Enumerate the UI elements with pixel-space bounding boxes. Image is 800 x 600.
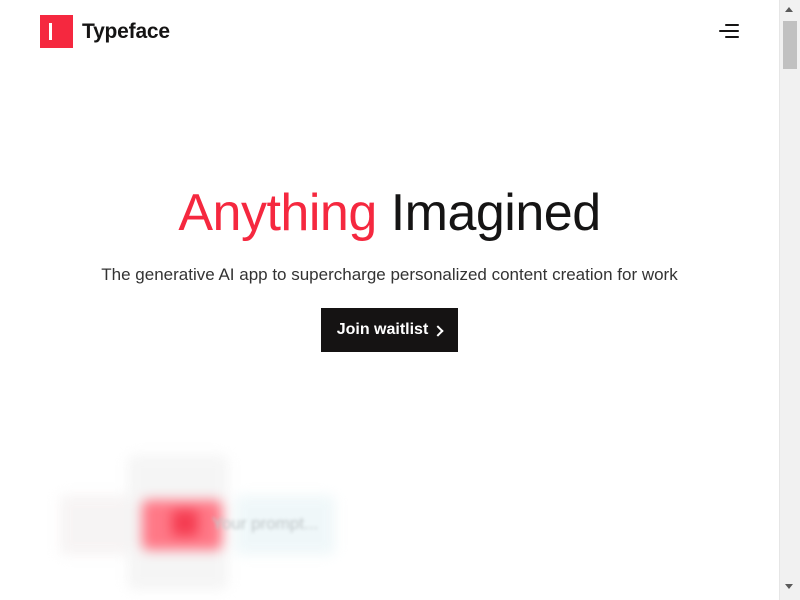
chevron-right-icon — [432, 324, 444, 337]
scroll-down-arrow-icon[interactable] — [785, 584, 793, 589]
hamburger-menu-bar — [719, 30, 739, 32]
join-waitlist-label: Join waitlist — [336, 321, 429, 338]
hero-title-accent: Anything — [178, 184, 377, 242]
brand-logo-link[interactable]: Typeface — [40, 15, 170, 48]
page-viewport: Typeface Anything Imagined The generativ… — [0, 0, 779, 600]
preview-prompt-placeholder: Your prompt... — [212, 514, 319, 533]
typeface-logo-icon — [40, 15, 73, 48]
hamburger-menu-bar — [725, 36, 739, 38]
hero-title: Anything Imagined — [0, 178, 779, 248]
join-waitlist-button[interactable]: Join waitlist — [321, 308, 458, 352]
hamburger-menu-icon — [725, 24, 739, 26]
hero-subtitle: The generative AI app to supercharge per… — [101, 265, 678, 284]
scroll-thumb[interactable] — [783, 21, 797, 69]
scroll-up-arrow-icon[interactable] — [785, 7, 793, 12]
hero-title-rest: Imagined — [390, 184, 601, 242]
vertical-scrollbar[interactable] — [779, 0, 800, 600]
preview-logo-icon — [172, 510, 198, 536]
brand-name: Typeface — [82, 19, 170, 43]
menu-button[interactable] — [713, 18, 745, 46]
